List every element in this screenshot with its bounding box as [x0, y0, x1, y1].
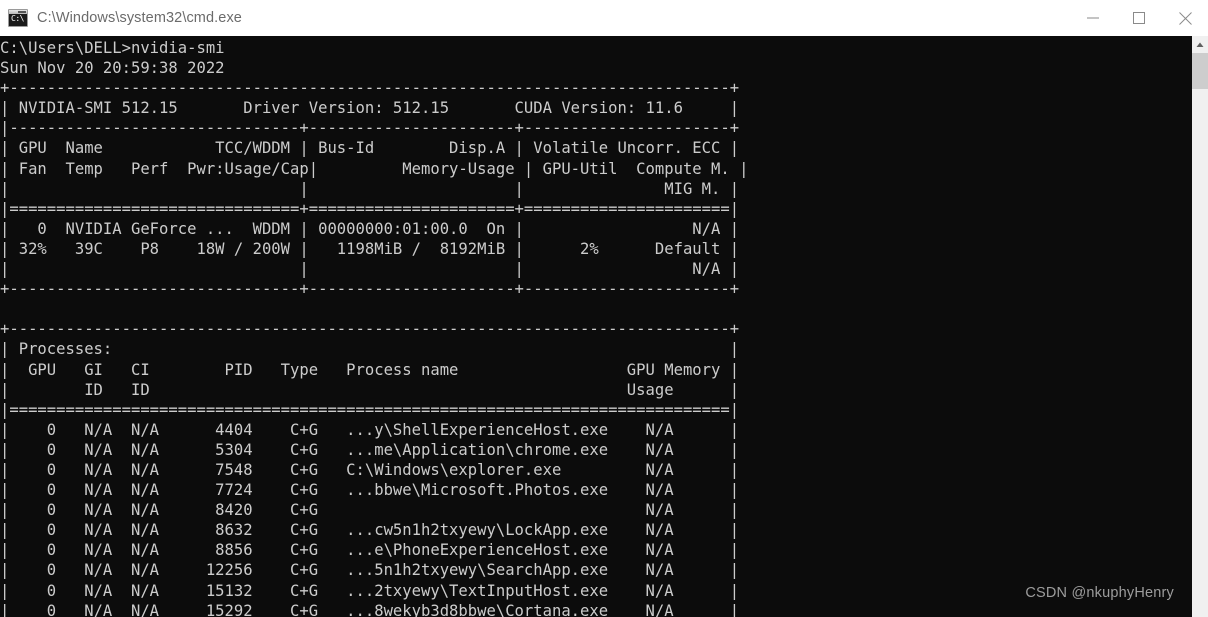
terminal-line: | 0 N/A N/A 8632 C+G ...cw5n1h2txyewy\Lo… [0, 521, 740, 540]
terminal-line: | 0 N/A N/A 7548 C+G C:\Windows\explorer… [0, 460, 740, 479]
terminal-line: | ID ID Usage | [0, 380, 740, 399]
terminal-line: | 0 N/A N/A 5304 C+G ...me\Application\c… [0, 440, 740, 459]
terminal-line: +---------------------------------------… [0, 79, 740, 98]
minimize-button[interactable] [1070, 0, 1116, 36]
terminal-line: | 0 N/A N/A 8420 C+G N/A | [0, 501, 740, 520]
maximize-button[interactable] [1116, 0, 1162, 36]
close-icon [1178, 11, 1192, 25]
console-area: C:\Users\DELL>nvidia-smi Sun Nov 20 20:59… [0, 36, 1208, 617]
terminal-line: | 0 N/A N/A 15292 C+G ...8wekyb3d8bbwe\C… [0, 601, 740, 617]
terminal-line: | 0 N/A N/A 8856 C+G ...e\PhoneExperienc… [0, 541, 740, 560]
window-controls [1070, 0, 1208, 36]
titlebar-left: C:\ C:\Windows\system32\cmd.exe [0, 9, 1070, 27]
terminal-line: | 0 N/A N/A 4404 C+G ...y\ShellExperienc… [0, 420, 740, 439]
terminal-line: |-------------------------------+-------… [0, 119, 740, 138]
scrollbar-thumb[interactable] [1192, 53, 1208, 89]
cmd-console-icon: C:\ [8, 9, 28, 27]
terminal-line: | 0 N/A N/A 12256 C+G ...5n1h2txyewy\Sea… [0, 561, 740, 580]
vertical-scrollbar[interactable] [1192, 36, 1208, 617]
terminal-line: |=======================================… [0, 400, 740, 419]
scroll-up-button[interactable] [1192, 36, 1208, 53]
terminal-line: | 32% 39C P8 18W / 200W | 1198MiB / 8192… [0, 239, 740, 258]
minimize-icon [1087, 17, 1099, 19]
terminal-line: | | | N/A | [0, 260, 740, 279]
terminal-line: | | | MIG M. | [0, 179, 740, 198]
terminal-line: | 0 N/A N/A 7724 C+G ...bbwe\Microsoft.P… [0, 481, 740, 500]
cmd-icon-glyph: C:\ [11, 14, 24, 23]
terminal-line: | Fan Temp Perf Pwr:Usage/Cap| Memory-Us… [0, 159, 749, 178]
terminal-line: |===============================+=======… [0, 199, 740, 218]
chevron-up-icon [1196, 42, 1204, 47]
terminal-line: +---------------------------------------… [0, 320, 740, 339]
close-button[interactable] [1162, 0, 1208, 36]
terminal-line: | 0 NVIDIA GeForce ... WDDM | 00000000:0… [0, 219, 740, 238]
terminal-line: | Processes: | [0, 340, 740, 359]
window-titlebar[interactable]: C:\ C:\Windows\system32\cmd.exe [0, 0, 1208, 36]
cmd-window: C:\ C:\Windows\system32\cmd.exe C:\Users… [0, 0, 1208, 617]
terminal-lines: C:\Users\DELL>nvidia-smi Sun Nov 20 20:59… [0, 38, 748, 617]
terminal-line: | GPU GI CI PID Type Process name GPU Me… [0, 360, 740, 379]
terminal-line: Sun Nov 20 20:59:38 2022 [0, 59, 225, 78]
terminal-line: +-------------------------------+-------… [0, 280, 740, 299]
terminal-line: | GPU Name TCC/WDDM | Bus-Id Disp.A | Vo… [0, 139, 740, 158]
terminal-output[interactable]: C:\Users\DELL>nvidia-smi Sun Nov 20 20:59… [0, 36, 1192, 617]
scrollbar-track[interactable] [1192, 53, 1208, 617]
terminal-line: | NVIDIA-SMI 512.15 Driver Version: 512.… [0, 99, 740, 118]
window-title: C:\Windows\system32\cmd.exe [37, 10, 242, 26]
terminal-line: | 0 N/A N/A 15132 C+G ...2txyewy\TextInp… [0, 581, 740, 600]
terminal-line: C:\Users\DELL>nvidia-smi [0, 39, 225, 57]
maximize-icon [1133, 12, 1145, 24]
